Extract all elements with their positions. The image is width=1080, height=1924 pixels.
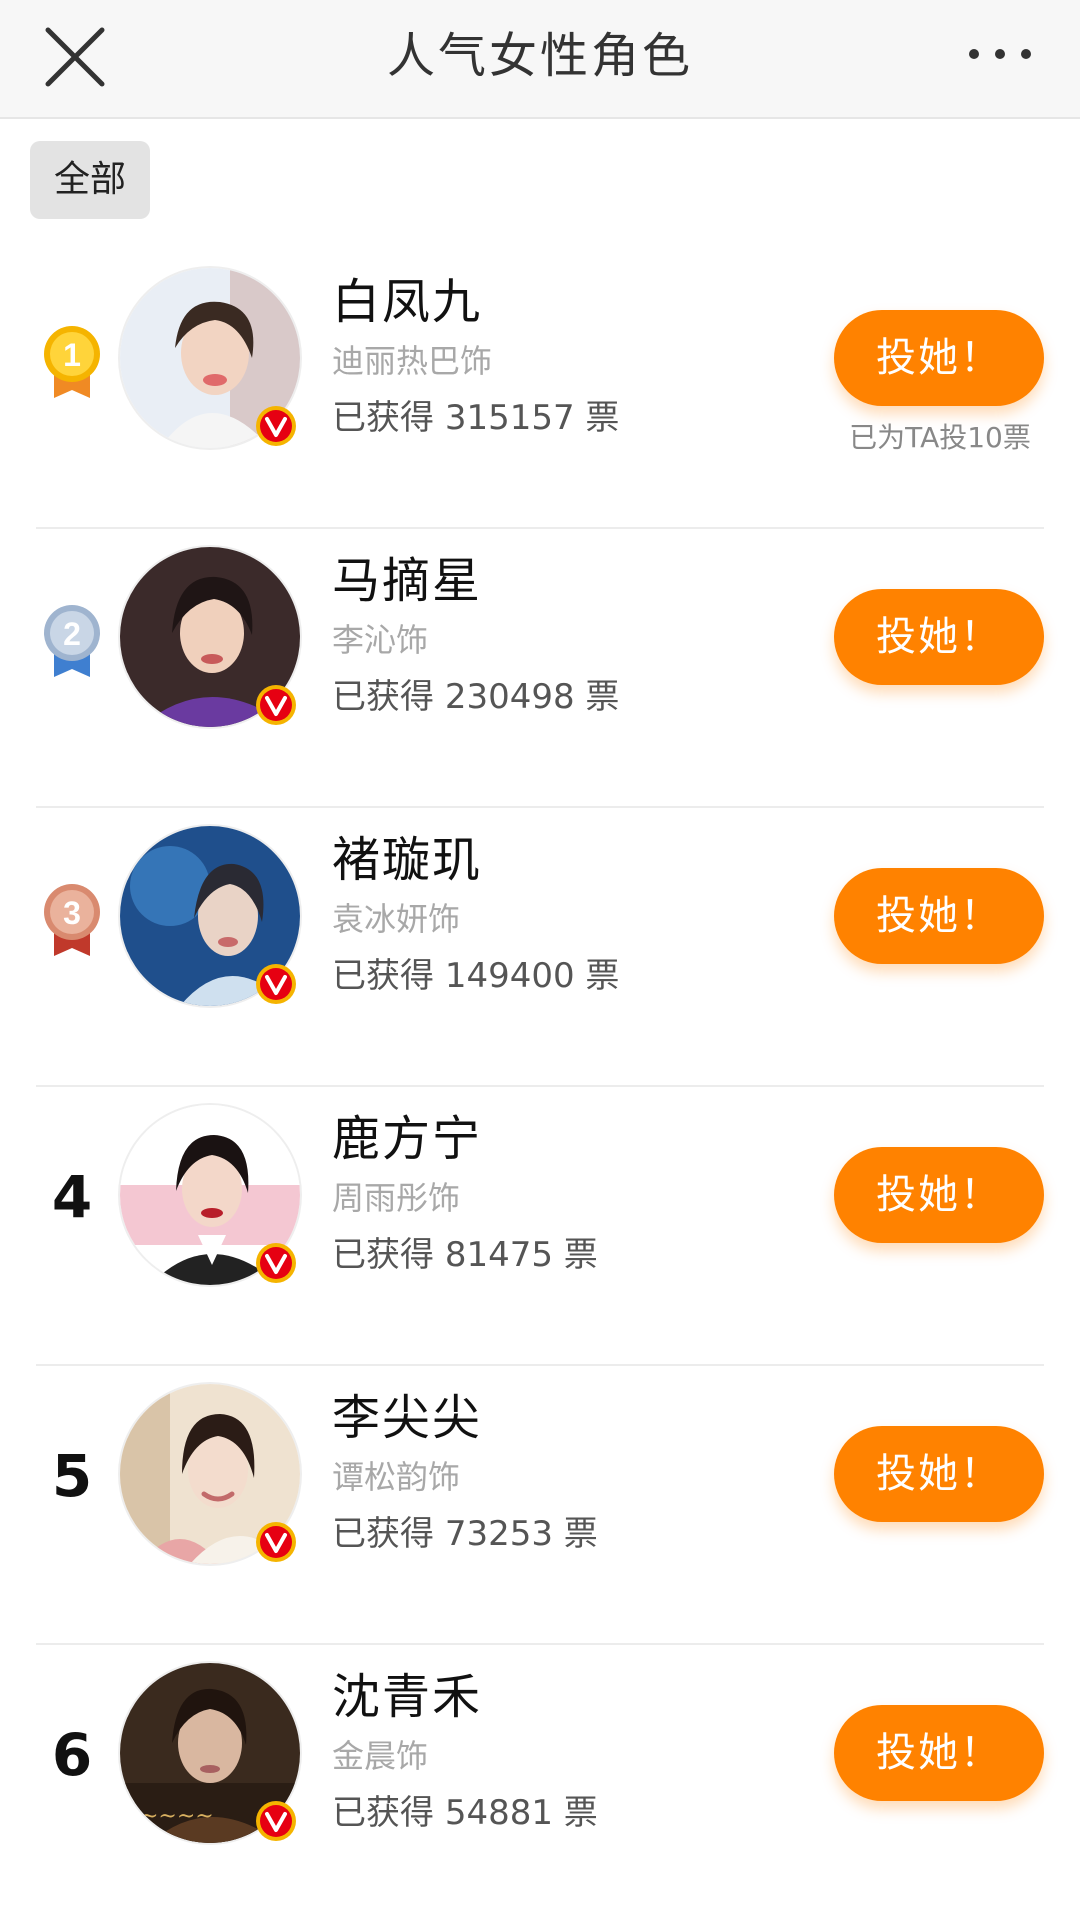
ranking-row: 4 鹿方宁 周雨彤饰 已获得 81475 票 投她！ (0, 1087, 1080, 1366)
avatar[interactable] (120, 1384, 300, 1564)
verified-badge-icon (256, 406, 296, 446)
rank-medal-bronze: 3 (40, 882, 104, 960)
rank-medal-gold: 1 (40, 324, 104, 402)
ranking-row: 1 白凤九 迪丽热巴饰 已获得 315157 票 投她！ 已为TA投10票 (0, 250, 1080, 529)
actor-name: 李沁饰 (332, 621, 429, 659)
vote-button[interactable]: 投她！ (834, 310, 1044, 406)
vote-suffix: 票 (563, 1793, 598, 1833)
vote-prefix: 已获得 (332, 677, 434, 717)
filter-chip-all[interactable]: 全部 (30, 141, 150, 219)
rank-number: 6 (51, 1721, 93, 1789)
vote-number: 230498 (444, 677, 575, 717)
actor-name: 金晨饰 (332, 1737, 429, 1775)
vote-count: 已获得 81475 票 (332, 1233, 598, 1277)
rank-number: 4 (51, 1163, 93, 1231)
vote-suffix: 票 (563, 1514, 598, 1554)
character-name[interactable]: 鹿方宁 (332, 1109, 482, 1169)
character-name[interactable]: 白凤九 (332, 272, 482, 332)
verified-badge-icon (256, 1522, 296, 1562)
actor-name: 迪丽热巴饰 (332, 342, 493, 380)
vote-number: 73253 (444, 1514, 553, 1554)
gold-medal-icon: 1 (44, 326, 100, 398)
vote-count: 已获得 149400 票 (332, 954, 619, 998)
verified-badge-icon (256, 685, 296, 725)
vote-button[interactable]: 投她！ (834, 868, 1044, 964)
avatar[interactable]: ~~~~ (120, 1663, 300, 1843)
vote-number: 81475 (444, 1235, 553, 1275)
vote-button[interactable]: 投她！ (834, 1426, 1044, 1522)
vote-prefix: 已获得 (332, 956, 434, 996)
bronze-medal-icon: 3 (44, 884, 100, 956)
vote-number: 54881 (444, 1793, 553, 1833)
verified-badge-icon (256, 1243, 296, 1283)
vote-prefix: 已获得 (332, 398, 434, 438)
rank-medal-number: 3 (63, 895, 81, 931)
vote-number: 149400 (444, 956, 575, 996)
vote-suffix: 票 (563, 1235, 598, 1275)
vote-prefix: 已获得 (332, 1514, 434, 1554)
character-name[interactable]: 沈青禾 (332, 1667, 482, 1727)
vote-count: 已获得 315157 票 (332, 396, 619, 440)
vote-prefix: 已获得 (332, 1793, 434, 1833)
avatar[interactable] (120, 1105, 300, 1285)
vote-count: 已获得 73253 票 (332, 1512, 598, 1556)
ranking-row: 3 褚璇玑 袁冰妍饰 已获得 149400 票 投她！ (0, 808, 1080, 1087)
vote-count: 已获得 230498 票 (332, 675, 619, 719)
silver-medal-icon: 2 (44, 605, 100, 677)
avatar[interactable] (120, 826, 300, 1006)
character-name[interactable]: 褚璇玑 (332, 830, 482, 890)
ranking-row: 6 ~~~~ 沈青禾 金晨饰 已获得 54881 票 投她！ (0, 1645, 1080, 1924)
vote-suffix: 票 (585, 398, 620, 438)
vote-number: 315157 (444, 398, 575, 438)
vote-button[interactable]: 投她！ (834, 589, 1044, 685)
ranking-row: 5 李尖尖 谭松韵饰 已获得 73253 票 投她！ (0, 1366, 1080, 1645)
actor-name: 周雨彤饰 (332, 1179, 461, 1217)
rank-medal-silver: 2 (40, 603, 104, 681)
vote-count: 已获得 54881 票 (332, 1791, 598, 1835)
character-name[interactable]: 马摘星 (332, 551, 482, 611)
verified-badge-icon (256, 964, 296, 1004)
ranking-list: 1 白凤九 迪丽热巴饰 已获得 315157 票 投她！ 已为TA投10票 2 … (0, 250, 1080, 1924)
vote-suffix: 票 (585, 677, 620, 717)
more-horizontal-icon[interactable] (960, 36, 1040, 72)
vote-suffix: 票 (585, 956, 620, 996)
header-bar: 人气女性角色 (0, 0, 1080, 119)
avatar[interactable] (120, 547, 300, 727)
vote-prefix: 已获得 (332, 1235, 434, 1275)
character-name[interactable]: 李尖尖 (332, 1388, 482, 1448)
avatar[interactable] (120, 268, 300, 448)
vote-button[interactable]: 投她！ (834, 1147, 1044, 1243)
page-title: 人气女性角色 (386, 28, 693, 84)
rank-medal-number: 2 (63, 616, 81, 652)
more-button[interactable] (960, 36, 1040, 72)
actor-name: 谭松韵饰 (332, 1458, 461, 1496)
verified-badge-icon (256, 1801, 296, 1841)
rank-medal-number: 1 (63, 337, 81, 373)
rank-number: 5 (51, 1442, 93, 1510)
voted-note: 已为TA投10票 (849, 421, 1031, 454)
svg-text:~~~~: ~~~~ (140, 1804, 214, 1829)
actor-name: 袁冰妍饰 (332, 900, 461, 938)
vote-button[interactable]: 投她！ (834, 1705, 1044, 1801)
ranking-row: 2 马摘星 李沁饰 已获得 230498 票 投她！ (0, 529, 1080, 808)
